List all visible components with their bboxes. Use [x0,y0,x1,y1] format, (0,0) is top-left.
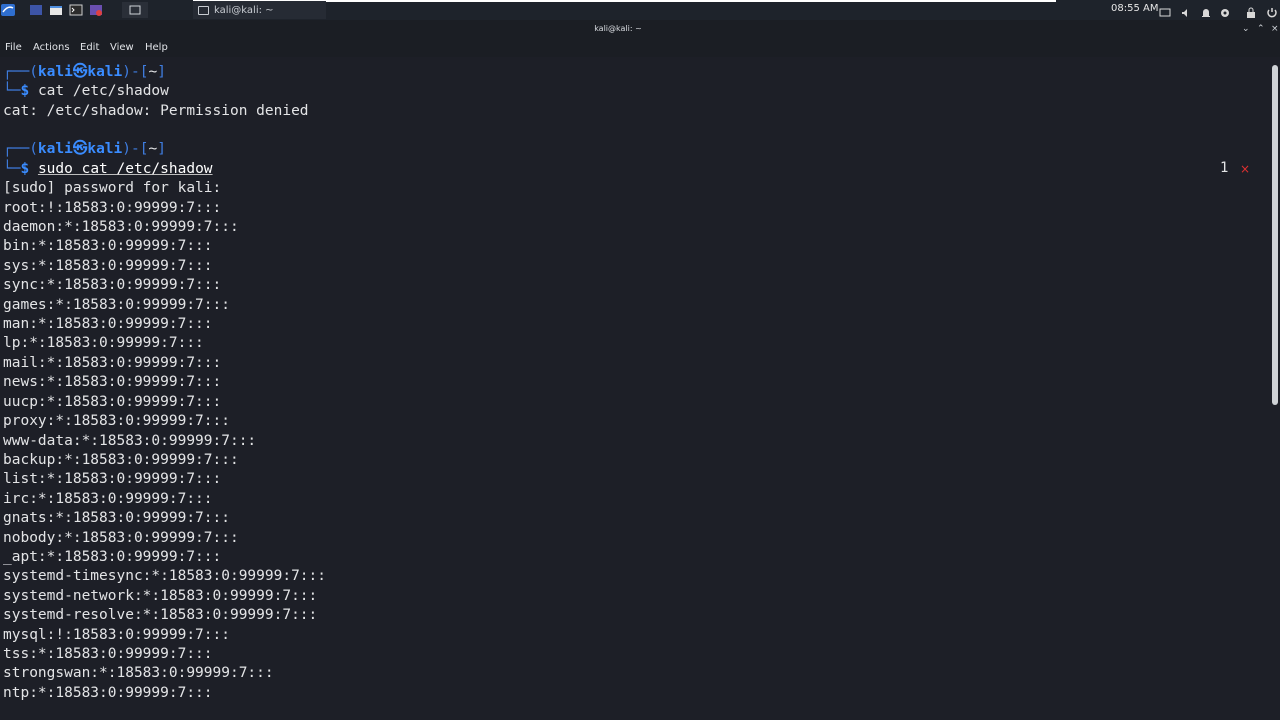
output-line: www-data:*:18583:0:99999:7::: [3,433,257,449]
output-line: systemd-network:*:18583:0:99999:7::: [3,588,318,604]
command-line: └─$ cat /etc/shadow [3,82,169,101]
output-line: list:*:18583:0:99999:7::: [3,471,222,487]
scrollbar-thumb[interactable] [1272,65,1278,405]
terminal-view[interactable]: ┌──(kali㉿kali)-[~] └─$ cat /etc/shadow c… [0,57,1270,720]
minimize-icon[interactable]: ⌄ [1242,24,1250,34]
output-line: root:!:18583:0:99999:7::: [3,200,222,216]
file-manager-icon[interactable] [48,2,64,18]
prompt-symbol: $ [20,161,30,177]
prompt-frame: )-[ [122,141,149,157]
menu-view[interactable]: View [110,42,134,53]
active-workspace-icon[interactable] [122,2,148,18]
workspace-icon[interactable] [28,2,44,18]
output-line: ntp:*:18583:0:99999:7::: [3,685,213,701]
notification-bell-icon[interactable] [1200,4,1212,17]
output-line: backup:*:18583:0:99999:7::: [3,452,239,468]
prompt-line: ┌──(kali㉿kali)-[~] [3,140,166,159]
output-line: cat: /etc/shadow: Permission denied [3,103,309,119]
output-line: gnats:*:18583:0:99999:7::: [3,510,230,526]
menu-edit[interactable]: Edit [80,42,99,53]
output-line: systemd-resolve:*:18583:0:99999:7::: [3,607,318,623]
error-count-badge: 1 [1220,160,1229,176]
menu-actions[interactable]: Actions [33,42,70,53]
close-icon[interactable]: × [1271,24,1279,34]
output-line: [sudo] password for kali: [3,180,222,196]
output-line: man:*:18583:0:99999:7::: [3,316,213,332]
prompt-user-host: kali㉿kali [37,141,123,157]
terminal-launcher-icon[interactable] [68,2,84,18]
menu-bar: File Actions Edit View Help [0,40,1280,57]
app-launcher-icon[interactable] [88,2,104,18]
prompt-frame: └─ [3,161,21,177]
output-line: mysql:!:18583:0:99999:7::: [3,627,230,643]
output-line: tss:*:18583:0:99999:7::: [3,646,213,662]
command-line: └─$ sudo cat /etc/shadow [3,160,213,179]
command-text: sudo cat /etc/shadow [37,161,213,177]
prompt-dir: ~ [148,64,158,80]
display-icon[interactable] [1159,4,1171,17]
output-line: news:*:18583:0:99999:7::: [3,374,222,390]
output-line: bin:*:18583:0:99999:7::: [3,238,213,254]
output-line: lp:*:18583:0:99999:7::: [3,335,204,351]
output-line: sync:*:18583:0:99999:7::: [3,277,222,293]
terminal-window-icon [198,5,209,15]
prompt-dir: ~ [148,141,158,157]
output-line: daemon:*:18583:0:99999:7::: [3,219,239,235]
lock-icon[interactable] [1245,4,1257,18]
output-line: irc:*:18583:0:99999:7::: [3,491,213,507]
menu-file[interactable]: File [5,42,22,53]
output-line: sys:*:18583:0:99999:7::: [3,258,213,274]
network-icon[interactable] [1219,4,1231,17]
kali-menu-icon[interactable] [0,2,16,18]
prompt-frame: ] [157,141,166,157]
prompt-frame: )-[ [122,64,149,80]
window-titlebar[interactable]: kali@kali: ~ ⌄ ⌃ × [0,20,1280,40]
volume-icon[interactable] [1180,4,1192,17]
window-title: kali@kali: ~ [594,24,642,33]
menu-help[interactable]: Help [145,42,168,53]
clock[interactable]: 08:55 AM [1111,3,1158,14]
output-line: _apt:*:18583:0:99999:7::: [3,549,222,565]
maximize-icon[interactable]: ⌃ [1257,24,1265,34]
output-line: systemd-timesync:*:18583:0:99999:7::: [3,568,327,584]
output-line: uucp:*:18583:0:99999:7::: [3,394,222,410]
prompt-user-host: kali㉿kali [37,64,123,80]
power-icon[interactable] [1266,4,1278,18]
output-line: strongswan:*:18583:0:99999:7::: [3,665,274,681]
prompt-frame: ┌──( [3,64,38,80]
output-line: nobody:*:18583:0:99999:7::: [3,530,239,546]
taskbar: kali@kali: ~ 08:55 AM [0,0,1280,20]
output-line: mail:*:18583:0:99999:7::: [3,355,222,371]
prompt-frame: └─ [3,83,21,99]
command-text: cat /etc/shadow [37,83,169,99]
prompt-line: ┌──(kali㉿kali)-[~] [3,63,166,82]
taskbar-launchers [0,0,148,20]
prompt-frame: ] [157,64,166,80]
error-close-icon[interactable]: × [1240,162,1250,176]
output-line: proxy:*:18583:0:99999:7::: [3,413,230,429]
output-line: games:*:18583:0:99999:7::: [3,297,230,313]
prompt-symbol: $ [20,83,30,99]
taskbar-window-title: kali@kali: ~ [214,4,274,16]
prompt-frame: ┌──( [3,141,38,157]
taskbar-window-button[interactable]: kali@kali: ~ [193,1,326,19]
